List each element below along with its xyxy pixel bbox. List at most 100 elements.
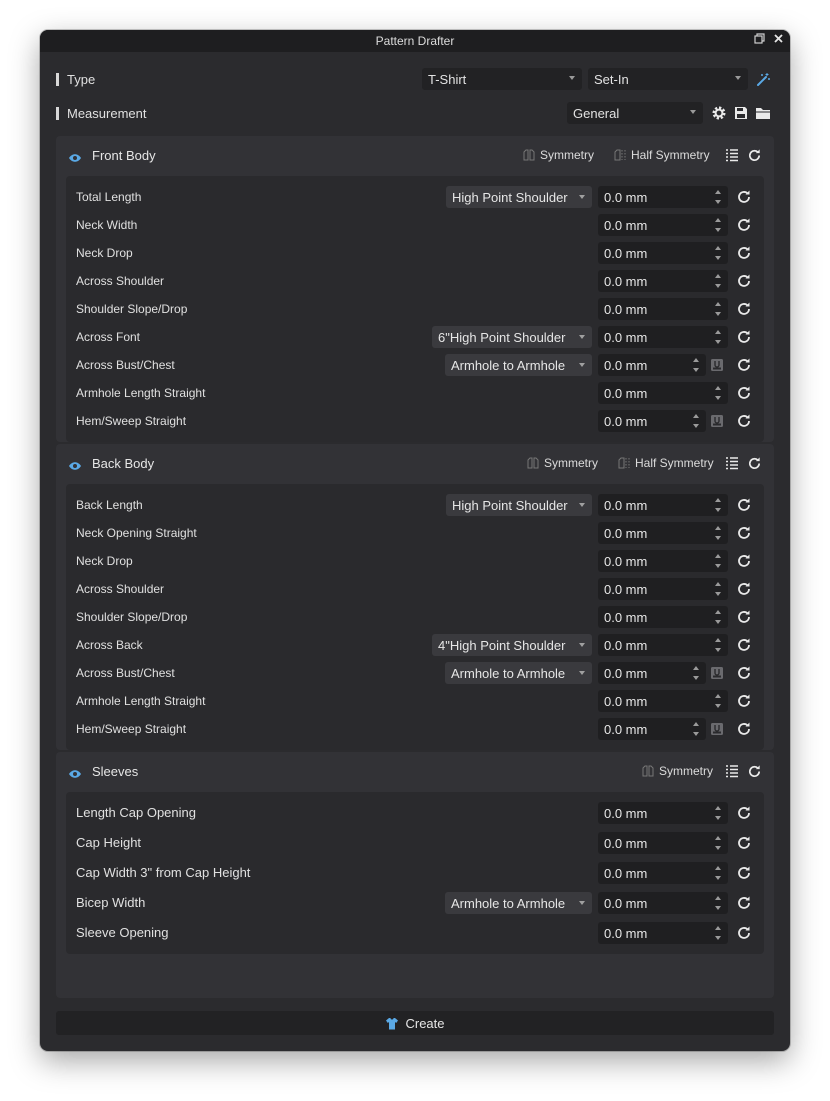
magic-wand-icon[interactable] bbox=[754, 70, 772, 88]
spinner-arrows-icon[interactable] bbox=[714, 865, 722, 881]
reference-point-select[interactable]: Armhole to Armhole bbox=[445, 354, 592, 376]
spinner-arrows-icon[interactable] bbox=[714, 925, 722, 941]
reset-icon[interactable] bbox=[736, 895, 752, 911]
reference-point-select[interactable]: 4"High Point Shoulder bbox=[432, 634, 592, 656]
spinner-arrows-icon[interactable] bbox=[714, 553, 722, 569]
value-stepper[interactable]: 0.0 mm bbox=[598, 634, 728, 656]
value-stepper[interactable]: 0.0 mm bbox=[598, 832, 728, 854]
half-symmetry-toggle[interactable]: Half Symmetry bbox=[617, 456, 714, 470]
spinner-arrows-icon[interactable] bbox=[714, 693, 722, 709]
value-stepper[interactable]: 0.0 mm bbox=[598, 718, 706, 740]
spinner-arrows-icon[interactable] bbox=[714, 609, 722, 625]
reset-icon[interactable] bbox=[736, 553, 752, 569]
reset-icon[interactable] bbox=[736, 329, 752, 345]
list-icon[interactable] bbox=[725, 456, 739, 475]
reset-icon[interactable] bbox=[736, 357, 752, 373]
spinner-arrows-icon[interactable] bbox=[692, 721, 700, 737]
value-stepper[interactable]: 0.0 mm bbox=[598, 606, 728, 628]
eye-icon[interactable] bbox=[68, 458, 82, 476]
value-stepper[interactable]: 0.0 mm bbox=[598, 326, 728, 348]
half-symmetry-toggle[interactable]: Half Symmetry bbox=[613, 148, 710, 162]
value-stepper[interactable]: 0.0 mm bbox=[598, 862, 728, 884]
reset-icon[interactable] bbox=[736, 273, 752, 289]
reset-icon[interactable] bbox=[747, 764, 762, 784]
save-icon[interactable] bbox=[732, 104, 750, 122]
spinner-arrows-icon[interactable] bbox=[714, 273, 722, 289]
value-stepper[interactable]: 0.0 mm bbox=[598, 354, 706, 376]
value-stepper[interactable]: 0.0 mm bbox=[598, 494, 728, 516]
eye-icon[interactable] bbox=[68, 766, 82, 784]
value-stepper[interactable]: 0.0 mm bbox=[598, 690, 728, 712]
reset-icon[interactable] bbox=[736, 217, 752, 233]
reset-icon[interactable] bbox=[736, 665, 752, 681]
reset-icon[interactable] bbox=[736, 385, 752, 401]
ease-lock-icon[interactable] bbox=[710, 666, 724, 680]
ease-lock-icon[interactable] bbox=[710, 414, 724, 428]
reset-icon[interactable] bbox=[736, 805, 752, 821]
value-stepper[interactable]: 0.0 mm bbox=[598, 550, 728, 572]
spinner-arrows-icon[interactable] bbox=[714, 217, 722, 233]
eye-icon[interactable] bbox=[68, 150, 82, 168]
measurement-system-select[interactable]: General bbox=[567, 102, 703, 124]
value-stepper[interactable]: 0.0 mm bbox=[598, 802, 728, 824]
value-stepper[interactable]: 0.0 mm bbox=[598, 662, 706, 684]
ease-lock-icon[interactable] bbox=[710, 722, 724, 736]
value-stepper[interactable]: 0.0 mm bbox=[598, 242, 728, 264]
reference-point-select[interactable]: High Point Shoulder bbox=[446, 186, 592, 208]
value-stepper[interactable]: 0.0 mm bbox=[598, 186, 728, 208]
reset-icon[interactable] bbox=[736, 637, 752, 653]
spinner-arrows-icon[interactable] bbox=[714, 895, 722, 911]
spinner-arrows-icon[interactable] bbox=[714, 385, 722, 401]
folder-icon[interactable] bbox=[754, 104, 772, 122]
reset-icon[interactable] bbox=[736, 525, 752, 541]
reset-icon[interactable] bbox=[736, 865, 752, 881]
spinner-arrows-icon[interactable] bbox=[714, 497, 722, 513]
value-stepper[interactable]: 0.0 mm bbox=[598, 270, 728, 292]
reset-icon[interactable] bbox=[736, 609, 752, 625]
sleeve-type-select[interactable]: Set-In bbox=[588, 68, 748, 90]
reset-icon[interactable] bbox=[736, 693, 752, 709]
create-button[interactable]: Create bbox=[56, 1011, 774, 1035]
reset-icon[interactable] bbox=[736, 835, 752, 851]
spinner-arrows-icon[interactable] bbox=[714, 805, 722, 821]
symmetry-toggle[interactable]: Symmetry bbox=[641, 764, 713, 778]
spinner-arrows-icon[interactable] bbox=[714, 301, 722, 317]
reset-icon[interactable] bbox=[747, 148, 762, 168]
reset-icon[interactable] bbox=[736, 721, 752, 737]
spinner-arrows-icon[interactable] bbox=[714, 329, 722, 345]
spinner-arrows-icon[interactable] bbox=[714, 637, 722, 653]
reset-icon[interactable] bbox=[736, 497, 752, 513]
symmetry-toggle[interactable]: Symmetry bbox=[522, 148, 594, 162]
list-icon[interactable] bbox=[725, 148, 739, 167]
reference-point-select[interactable]: High Point Shoulder bbox=[446, 494, 592, 516]
spinner-arrows-icon[interactable] bbox=[714, 525, 722, 541]
spinner-arrows-icon[interactable] bbox=[714, 245, 722, 261]
symmetry-toggle[interactable]: Symmetry bbox=[526, 456, 598, 470]
reference-point-select[interactable]: Armhole to Armhole bbox=[445, 662, 592, 684]
garment-select[interactable]: T-Shirt bbox=[422, 68, 582, 90]
reset-icon[interactable] bbox=[736, 189, 752, 205]
reset-icon[interactable] bbox=[736, 581, 752, 597]
spinner-arrows-icon[interactable] bbox=[714, 581, 722, 597]
value-stepper[interactable]: 0.0 mm bbox=[598, 892, 728, 914]
spinner-arrows-icon[interactable] bbox=[692, 413, 700, 429]
close-icon[interactable] bbox=[773, 33, 784, 44]
value-stepper[interactable]: 0.0 mm bbox=[598, 578, 728, 600]
restore-icon[interactable] bbox=[754, 33, 765, 44]
ease-lock-icon[interactable] bbox=[710, 358, 724, 372]
value-stepper[interactable]: 0.0 mm bbox=[598, 382, 728, 404]
value-stepper[interactable]: 0.0 mm bbox=[598, 410, 706, 432]
reset-icon[interactable] bbox=[747, 456, 762, 476]
spinner-arrows-icon[interactable] bbox=[714, 835, 722, 851]
gear-icon[interactable] bbox=[710, 104, 728, 122]
value-stepper[interactable]: 0.0 mm bbox=[598, 298, 728, 320]
reset-icon[interactable] bbox=[736, 925, 752, 941]
value-stepper[interactable]: 0.0 mm bbox=[598, 922, 728, 944]
value-stepper[interactable]: 0.0 mm bbox=[598, 522, 728, 544]
spinner-arrows-icon[interactable] bbox=[692, 357, 700, 373]
spinner-arrows-icon[interactable] bbox=[714, 189, 722, 205]
reference-point-select[interactable]: Armhole to Armhole bbox=[445, 892, 592, 914]
reset-icon[interactable] bbox=[736, 301, 752, 317]
value-stepper[interactable]: 0.0 mm bbox=[598, 214, 728, 236]
reference-point-select[interactable]: 6"High Point Shoulder bbox=[432, 326, 592, 348]
